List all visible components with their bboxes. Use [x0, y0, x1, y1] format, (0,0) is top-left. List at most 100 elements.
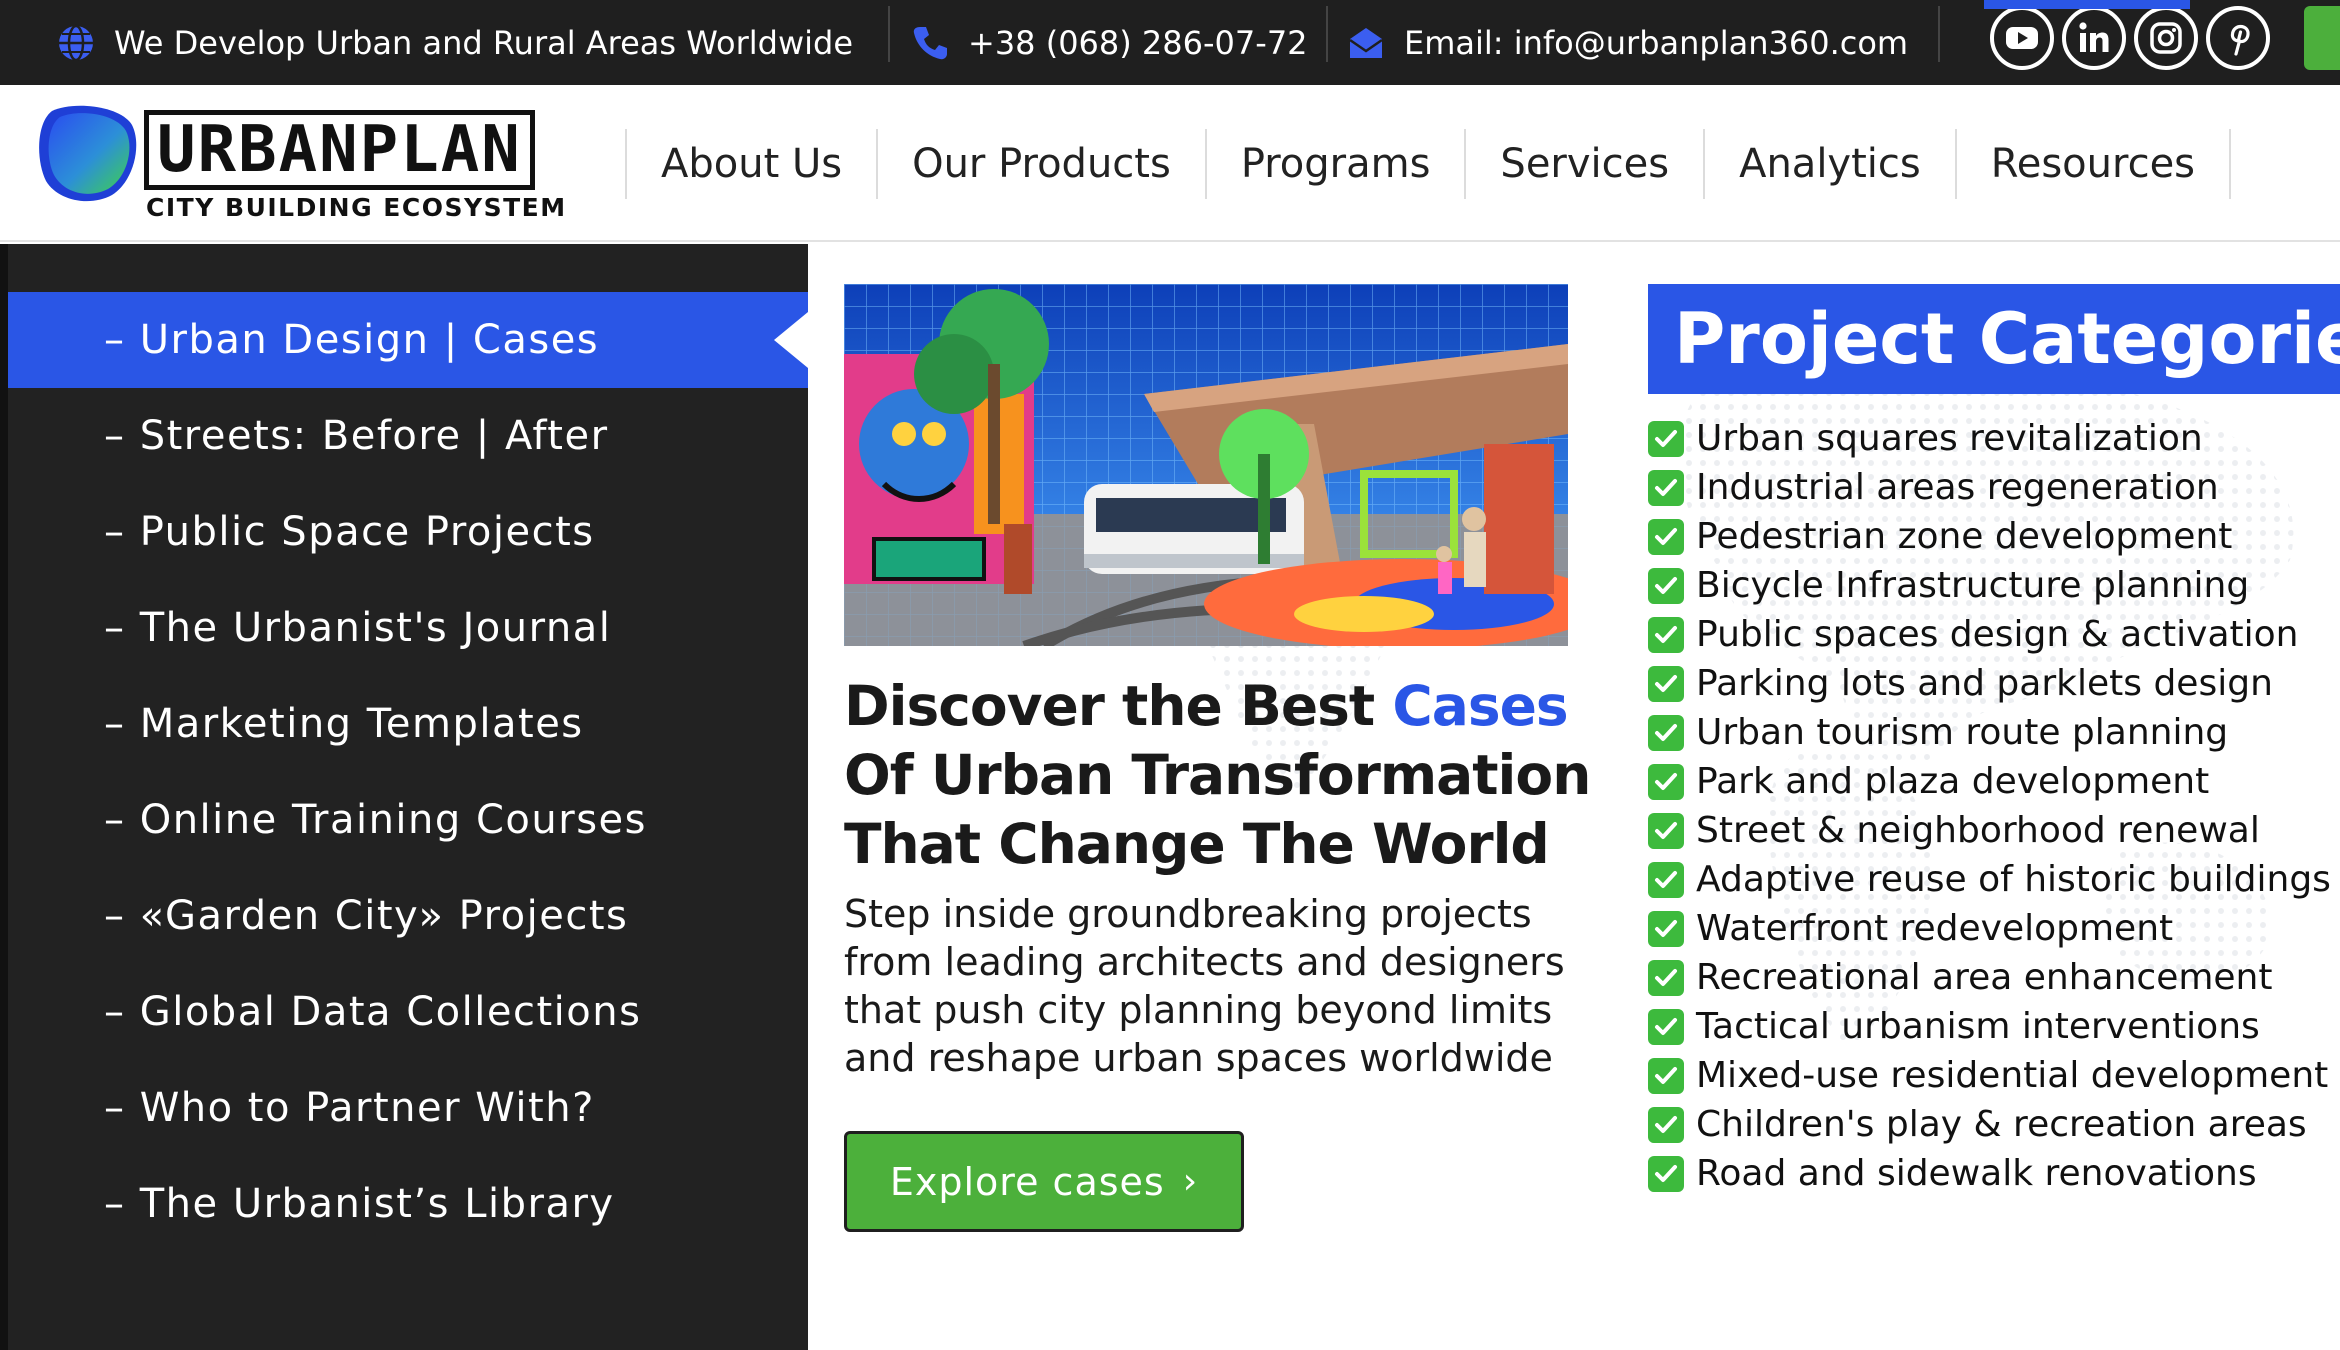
linkedin-icon: [2079, 22, 2109, 52]
checkmark-icon: [1648, 469, 1684, 506]
category-item: Public spaces design & activation: [1648, 610, 2340, 659]
sidebar-item-urban-design-cases[interactable]: – Urban Design | Cases: [8, 292, 808, 388]
sidebar-item-urbanists-library[interactable]: – The Urbanist’s Library: [8, 1156, 808, 1252]
nav-resources[interactable]: Resources: [1954, 128, 2232, 199]
category-item: Urban squares revitalization: [1648, 414, 2340, 463]
category-label: Public spaces design & activation: [1696, 614, 2299, 655]
category-label: Parking lots and parklets design: [1696, 663, 2273, 704]
category-label: Urban tourism route planning: [1696, 712, 2229, 753]
category-item: Park and plaza development: [1648, 757, 2340, 806]
category-item: Tactical urbanism interventions: [1648, 1002, 2340, 1051]
sidebar-item-who-to-partner-with[interactable]: – Who to Partner With?: [8, 1060, 808, 1156]
category-label: Mixed-use residential development: [1696, 1055, 2329, 1096]
category-label: Road and sidewalk renovations: [1696, 1153, 2257, 1194]
instagram-icon: [2150, 22, 2182, 54]
category-item: Waterfront redevelopment: [1648, 904, 2340, 953]
email-text: Email: info@urbanplan360.com: [1404, 23, 1909, 62]
categories-list: Urban squares revitalization Industrial a…: [1648, 414, 2340, 1198]
category-label: Adaptive reuse of historic buildings: [1696, 859, 2331, 900]
nav-programs[interactable]: Programs: [1204, 128, 1465, 199]
nav-active-indicator: [1984, 0, 2190, 9]
sidebar-item-global-data-collections[interactable]: – Global Data Collections: [8, 964, 808, 1060]
sidebar-item-label: – Who to Partner With?: [104, 1085, 595, 1131]
instagram-link[interactable]: [2134, 6, 2198, 70]
linkedin-link[interactable]: [2062, 6, 2126, 70]
sidebar-item-label: – Public Space Projects: [104, 509, 595, 555]
category-item: Mixed-use residential development: [1648, 1051, 2340, 1100]
sidebar-edge: [0, 244, 8, 1350]
explore-cases-button[interactable]: Explore cases ›: [844, 1131, 1244, 1232]
chevron-right-icon: ›: [1182, 1161, 1199, 1202]
checkmark-icon: [1648, 1008, 1684, 1045]
checkmark-icon: [1648, 665, 1684, 702]
site-header: URBANPLAN CITY BUILDING ECOSYSTEM About …: [0, 85, 2340, 242]
sidebar-item-label: – The Urbanist's Journal: [104, 605, 612, 651]
pinterest-icon: [2230, 24, 2250, 56]
sidebar-item-label: – Global Data Collections: [104, 989, 642, 1035]
youtube-link[interactable]: [1990, 6, 2054, 70]
phone-icon: [913, 26, 947, 59]
feature-description: Step inside groundbreaking projects from…: [844, 892, 1565, 1080]
nav-services[interactable]: Services: [1464, 128, 1703, 199]
logo-tagline: CITY BUILDING ECOSYSTEM: [146, 193, 567, 222]
tagline: We Develop Urban and Rural Areas Worldwi…: [56, 0, 853, 85]
logo-wordmark[interactable]: URBANPLAN: [144, 110, 535, 190]
sidebar-item-streets-before-after[interactable]: – Streets: Before | After: [8, 388, 808, 484]
phone-text: +38 (068) 286-07-72: [968, 23, 1308, 62]
topbar-divider: [1938, 6, 1940, 62]
sidebar-item-public-space-projects[interactable]: – Public Space Projects: [8, 484, 808, 580]
checkmark-icon: [1648, 959, 1684, 996]
sidebar-item-label: – Urban Design | Cases: [104, 317, 600, 363]
category-item: Parking lots and parklets design: [1648, 659, 2340, 708]
headline-accent: Cases: [1392, 674, 1568, 738]
category-item: Adaptive reuse of historic buildings: [1648, 855, 2340, 904]
hero-collage-image: [844, 284, 1568, 646]
main-nav: About Us Our Products Programs Services …: [625, 85, 2232, 242]
nav-our-products[interactable]: Our Products: [876, 128, 1205, 199]
globe-icon: [59, 24, 93, 61]
category-label: Street & neighborhood renewal: [1696, 810, 2260, 851]
category-label: Children's play & recreation areas: [1696, 1104, 2307, 1145]
category-label: Waterfront redevelopment: [1696, 908, 2174, 949]
youtube-icon: [2006, 27, 2038, 49]
email-link[interactable]: Email: info@urbanplan360.com: [1346, 0, 1908, 85]
category-item: Pedestrian zone development: [1648, 512, 2340, 561]
category-label: Pedestrian zone development: [1696, 516, 2233, 557]
headline-text-continued: Of Urban Transformation That Change The …: [844, 743, 1591, 876]
checkmark-icon: [1648, 861, 1684, 898]
nav-about-us[interactable]: About Us: [625, 128, 876, 199]
resources-sidebar: – Urban Design | Cases – Streets: Before…: [0, 244, 808, 1350]
sidebar-item-online-training-courses[interactable]: – Online Training Courses: [8, 772, 808, 868]
topbar-divider: [1326, 6, 1328, 62]
category-item: Recreational area enhancement: [1648, 953, 2340, 1002]
category-item: Bicycle Infrastructure planning: [1648, 561, 2340, 610]
sidebar-item-garden-city-projects[interactable]: – «Garden City» Projects: [8, 868, 808, 964]
topbar-divider: [888, 6, 890, 62]
sidebar-item-marketing-templates[interactable]: – Marketing Templates: [8, 676, 808, 772]
headline-text: Discover the Best: [844, 674, 1393, 738]
category-item: Children's play & recreation areas: [1648, 1100, 2340, 1149]
topbar-cta-edge[interactable]: [2304, 6, 2340, 70]
checkmark-icon: [1648, 1106, 1684, 1143]
pinterest-link[interactable]: [2206, 6, 2270, 70]
checkmark-icon: [1648, 420, 1684, 457]
categories-title: Project Categories:: [1648, 284, 2340, 394]
phone-link[interactable]: +38 (068) 286-07-72: [910, 0, 1308, 85]
category-label: Recreational area enhancement: [1696, 957, 2273, 998]
category-item: Road and sidewalk renovations: [1648, 1149, 2340, 1198]
logo-mark-icon[interactable]: [38, 103, 138, 203]
sidebar-item-urbanists-journal[interactable]: – The Urbanist's Journal: [8, 580, 808, 676]
checkmark-icon: [1648, 518, 1684, 555]
checkmark-icon: [1648, 616, 1684, 653]
checkmark-icon: [1648, 1057, 1684, 1094]
category-label: Tactical urbanism interventions: [1696, 1006, 2260, 1047]
nav-analytics[interactable]: Analytics: [1703, 128, 1955, 199]
sidebar-item-label: – Marketing Templates: [104, 701, 584, 747]
top-bar: We Develop Urban and Rural Areas Worldwi…: [0, 0, 2340, 85]
checkmark-icon: [1648, 567, 1684, 604]
checkmark-icon: [1648, 812, 1684, 849]
sidebar-item-label: – The Urbanist’s Library: [104, 1181, 615, 1227]
sidebar-item-label: – «Garden City» Projects: [104, 893, 629, 939]
sidebar-item-label: – Online Training Courses: [104, 797, 647, 843]
category-item: Industrial areas regeneration: [1648, 463, 2340, 512]
